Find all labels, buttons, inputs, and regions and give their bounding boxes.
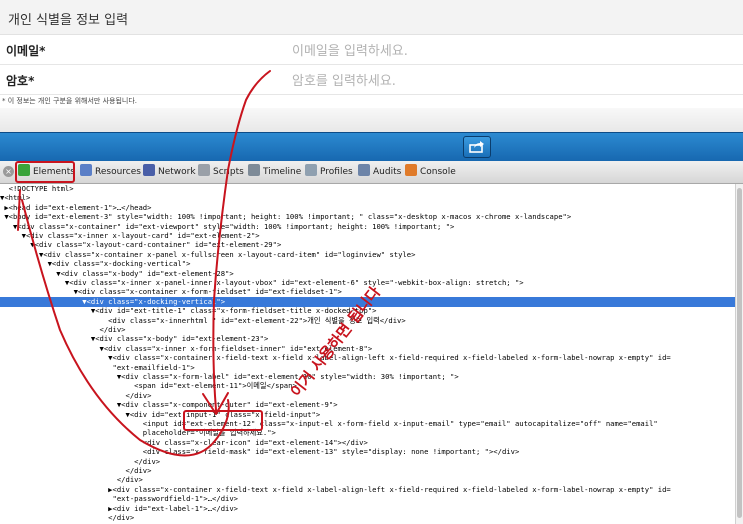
bottom-toolbar [0, 132, 743, 162]
scripts-icon [198, 164, 210, 176]
email-row: 이메일* 이메일을 입력하세요. [0, 34, 743, 65]
elements-tree[interactable]: <!DOCTYPE html> ▼<html> ▶<head id="ext-el… [0, 184, 735, 524]
tab-label: Audits [373, 167, 402, 177]
tab-label: Resources [95, 167, 141, 177]
share-icon [469, 141, 484, 153]
tab-label: Profiles [320, 167, 353, 177]
email-label: 이메일* [6, 44, 46, 58]
tab-profiles[interactable]: Profiles [305, 163, 353, 181]
password-input[interactable]: 암호를 입력하세요. [292, 70, 396, 89]
tab-label: Console [420, 167, 456, 177]
tab-timeline[interactable]: Timeline [248, 163, 301, 181]
profiles-icon [305, 164, 317, 176]
share-button[interactable] [463, 136, 491, 158]
tab-resources[interactable]: Resources [80, 163, 141, 181]
devtools-toolbar: × Elements Resources Network Scripts Timelin… [0, 161, 743, 184]
fieldset-title: 개인 식별을 정보 입력 [8, 13, 129, 28]
tab-elements[interactable]: Elements [18, 163, 75, 181]
elements-icon [18, 164, 30, 176]
scrollbar-thumb[interactable] [737, 188, 742, 518]
password-row: 암호* 암호를 입력하세요. [0, 64, 743, 95]
tab-label: Network [158, 167, 196, 177]
form-note: * 이 정보는 개인 구분을 위해서만 사용됩니다. [2, 97, 137, 105]
email-input[interactable]: 이메일을 입력하세요. [292, 40, 408, 59]
tab-audits[interactable]: Audits [358, 163, 401, 181]
tab-network[interactable]: Network [143, 163, 196, 181]
tab-label: Elements [33, 167, 75, 177]
vertical-scrollbar[interactable] [735, 184, 743, 524]
tab-scripts[interactable]: Scripts [198, 163, 244, 181]
tab-label: Timeline [263, 167, 302, 177]
close-icon[interactable]: × [3, 166, 14, 177]
gray-spacer [0, 108, 743, 132]
fieldset-title-bar: 개인 식별을 정보 입력 [0, 0, 743, 35]
resources-icon [80, 164, 92, 176]
tab-label: Scripts [213, 167, 244, 177]
timeline-icon [248, 164, 260, 176]
network-icon [143, 164, 155, 176]
tab-console[interactable]: Console [405, 163, 456, 181]
dom-tree-line[interactable]: </div> [0, 513, 735, 523]
password-label: 암호* [6, 74, 35, 88]
audits-icon [358, 164, 370, 176]
console-icon [405, 164, 417, 176]
